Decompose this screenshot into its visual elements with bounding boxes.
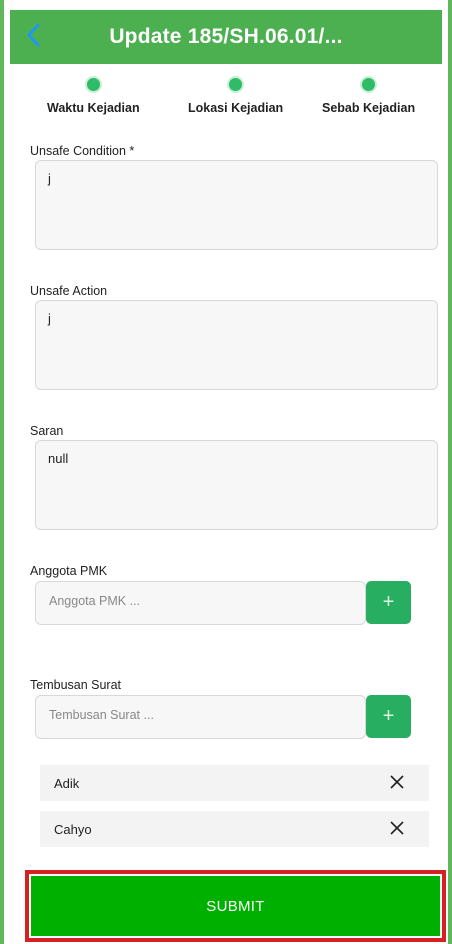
chevron-left-icon xyxy=(26,23,40,52)
remove-button[interactable] xyxy=(387,773,407,793)
back-button[interactable] xyxy=(20,23,46,52)
submit-button[interactable]: SUBMIT xyxy=(31,876,440,936)
step-dot-icon xyxy=(227,76,245,93)
saran-label: Saran xyxy=(30,424,64,438)
step-waktu-kejadian[interactable]: Waktu Kejadian xyxy=(47,76,140,115)
anggota-pmk-input[interactable]: Anggota PMK ... xyxy=(35,581,366,625)
plus-icon: + xyxy=(382,705,395,727)
unsafe-condition-label: Unsafe Condition * xyxy=(30,144,135,158)
add-anggota-pmk-button[interactable]: + xyxy=(366,581,411,624)
unsafe-condition-field[interactable]: j xyxy=(35,160,438,250)
list-item: Adik xyxy=(40,765,429,801)
stepper: Waktu Kejadian Lokasi Kejadian Sebab Kej… xyxy=(10,76,442,126)
step-lokasi-kejadian[interactable]: Lokasi Kejadian xyxy=(188,76,283,115)
app-header: Update 185/SH.06.01/... xyxy=(10,10,442,64)
tembusan-list: Adik Cahyo xyxy=(30,758,440,854)
step-sebab-kejadian[interactable]: Sebab Kejadian xyxy=(322,76,415,115)
saran-field[interactable]: null xyxy=(35,440,438,530)
step-label: Waktu Kejadian xyxy=(47,101,140,115)
close-icon xyxy=(389,820,405,839)
list-item: Cahyo xyxy=(40,811,429,847)
close-icon xyxy=(389,774,405,793)
step-dot-icon xyxy=(360,76,378,93)
anggota-pmk-label: Anggota PMK xyxy=(30,564,108,578)
list-item-name: Adik xyxy=(54,775,80,791)
tembusan-surat-input[interactable]: Tembusan Surat ... xyxy=(35,695,366,739)
tembusan-surat-label: Tembusan Surat xyxy=(30,678,122,692)
step-dot-icon xyxy=(84,76,102,93)
list-item-name: Cahyo xyxy=(54,821,92,837)
unsafe-action-field[interactable]: j xyxy=(35,300,438,390)
step-label: Sebab Kejadian xyxy=(322,101,416,115)
plus-icon: + xyxy=(382,591,395,613)
step-label: Lokasi Kejadian xyxy=(188,101,284,115)
page-title: Update 185/SH.06.01/... xyxy=(109,25,343,48)
add-tembusan-surat-button[interactable]: + xyxy=(366,695,411,738)
remove-button[interactable] xyxy=(387,819,407,839)
unsafe-action-label: Unsafe Action xyxy=(30,284,108,298)
